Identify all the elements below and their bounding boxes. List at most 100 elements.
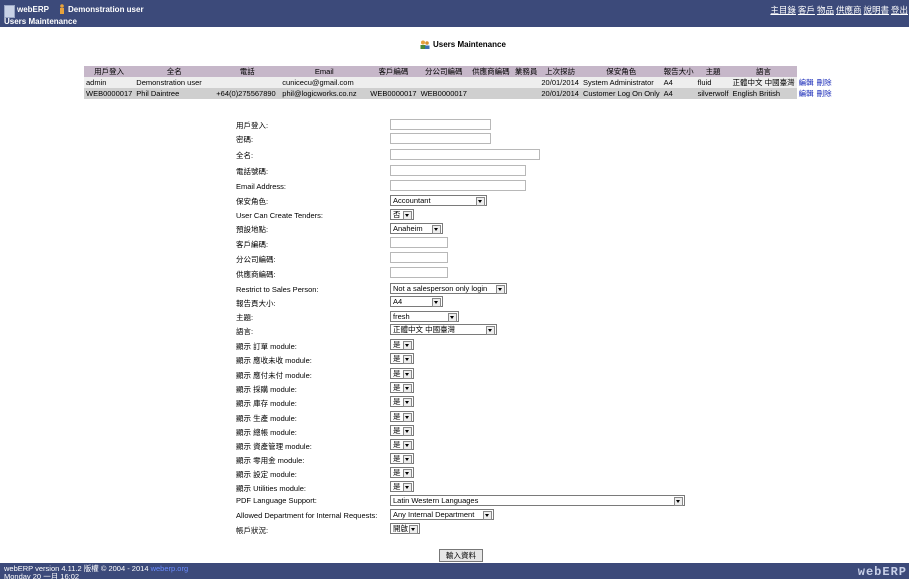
- module-select[interactable]: 是: [390, 467, 414, 478]
- cell: Demonstration user: [134, 77, 215, 88]
- cell: [512, 77, 540, 88]
- salesperson-value: Not a salesperson only login: [393, 284, 488, 293]
- menu-items[interactable]: 物品: [817, 4, 834, 16]
- branch-code-label: 分公司編碼:: [236, 255, 276, 264]
- paper-size-select[interactable]: A4: [390, 296, 443, 307]
- module-select[interactable]: 是: [390, 368, 414, 379]
- module-value: 是: [393, 340, 401, 349]
- login-input[interactable]: [390, 119, 491, 130]
- theme-select[interactable]: fresh: [390, 311, 459, 322]
- menu-suppliers[interactable]: 供應商: [836, 4, 862, 16]
- module-value: 是: [393, 397, 401, 406]
- login-label: 用戶登入:: [236, 121, 269, 130]
- module-select[interactable]: 是: [390, 382, 414, 393]
- department-label: Allowed Department for Internal Requests…: [236, 511, 378, 520]
- cell: 20/01/2014: [539, 88, 581, 99]
- email-input[interactable]: [390, 180, 526, 191]
- pdf-language-select[interactable]: Latin Western Languages: [390, 495, 685, 506]
- module-label: 顯示 Utilities module:: [236, 484, 307, 493]
- language-label: 語言:: [236, 327, 254, 336]
- department-select[interactable]: Any Internal Department: [390, 509, 494, 520]
- module-select[interactable]: 是: [390, 453, 414, 464]
- menu-manual[interactable]: 說明書: [863, 4, 889, 16]
- phone-input[interactable]: [390, 165, 526, 176]
- chevron-down-icon: [409, 525, 418, 534]
- col-header: 保安角色: [580, 66, 662, 77]
- location-select[interactable]: Anaheim: [390, 223, 443, 234]
- menu-customers[interactable]: 客戶: [798, 4, 815, 16]
- supplier-code-input[interactable]: [390, 267, 448, 278]
- chevron-down-icon: [403, 384, 412, 393]
- fullname-input[interactable]: [390, 149, 540, 160]
- module-label: 顯示 訂單 module:: [236, 342, 297, 351]
- account-status-select[interactable]: 開啟: [390, 523, 420, 534]
- table-row: admin Demonstration user cunicecu@gmail.…: [84, 77, 837, 88]
- module-select[interactable]: 是: [390, 353, 414, 364]
- user-name[interactable]: Demonstration user: [68, 5, 144, 14]
- account-status-value: 開啟: [393, 524, 408, 533]
- top-menu: 主目錄 客戶 物品 供應商 說明書 登出: [770, 4, 908, 16]
- password-input[interactable]: [390, 133, 491, 144]
- edit-link[interactable]: 編輯: [799, 89, 814, 98]
- col-header: 全名: [134, 66, 215, 77]
- module-label: 顯示 總帳 module:: [236, 428, 297, 437]
- cell: English British: [730, 88, 797, 99]
- cell: 正體中文 中國臺灣: [730, 77, 797, 88]
- module-select[interactable]: 是: [390, 396, 414, 407]
- module-value: 是: [393, 468, 401, 477]
- module-select[interactable]: 是: [390, 481, 414, 492]
- module-select[interactable]: 是: [390, 411, 414, 422]
- delete-link[interactable]: 刪除: [817, 89, 832, 98]
- chevron-down-icon: [496, 285, 505, 294]
- module-label: 顯示 應收未收 module:: [236, 356, 312, 365]
- security-role-select[interactable]: Accountant: [390, 195, 487, 206]
- paper-size-label: 報告頁大小:: [236, 299, 276, 308]
- cell: [368, 77, 419, 88]
- module-select[interactable]: 是: [390, 425, 414, 436]
- app-name[interactable]: webERP: [17, 5, 49, 14]
- cell: [512, 88, 540, 99]
- module-value: 是: [393, 383, 401, 392]
- salesperson-select[interactable]: Not a salesperson only login: [390, 283, 507, 294]
- page-name: Users Maintenance: [4, 17, 77, 26]
- chevron-down-icon: [403, 355, 412, 364]
- menu-logout[interactable]: 登出: [891, 4, 908, 16]
- cell: WEB0000017: [368, 88, 419, 99]
- paper-size-value: A4: [393, 297, 403, 306]
- cell: phil@logicworks.co.nz: [280, 88, 369, 99]
- chevron-down-icon: [403, 370, 412, 379]
- col-header: 語言: [730, 66, 797, 77]
- edit-link[interactable]: 編輯: [799, 78, 814, 87]
- module-select[interactable]: 是: [390, 339, 414, 350]
- row-actions: 編輯 刪除: [796, 77, 837, 88]
- theme-value: fresh: [393, 312, 410, 321]
- module-value: 是: [393, 369, 401, 378]
- chevron-down-icon: [403, 455, 412, 464]
- pdf-language-label: PDF Language Support:: [236, 496, 317, 505]
- chevron-down-icon: [403, 413, 412, 422]
- weberp-link[interactable]: weberp.org: [151, 564, 189, 573]
- language-select[interactable]: 正體中文 中國臺灣: [390, 324, 497, 335]
- phone-label: 電話號碼:: [236, 167, 269, 176]
- module-select[interactable]: 是: [390, 439, 414, 450]
- branch-code-input[interactable]: [390, 252, 448, 263]
- footer-date: Monday 20 一月 16:02: [4, 572, 80, 581]
- chevron-down-icon: [674, 497, 683, 506]
- tenders-select[interactable]: 否: [390, 209, 414, 220]
- col-header: 分公司編碼: [418, 66, 469, 77]
- col-header: 電話: [214, 66, 281, 77]
- location-value: Anaheim: [393, 224, 423, 233]
- security-role-value: Accountant: [393, 196, 431, 205]
- chevron-down-icon: [448, 313, 457, 322]
- cell: A4: [661, 77, 696, 88]
- weberp-logo: webERP: [857, 565, 907, 579]
- module-label: 顯示 零用金 module:: [236, 456, 305, 465]
- chevron-down-icon: [403, 441, 412, 450]
- footer: webERP version 4.11.2 版權 © 2004 - 2014 w…: [0, 563, 909, 581]
- menu-main[interactable]: 主目錄: [770, 4, 796, 16]
- submit-button[interactable]: 輸入資料: [439, 549, 483, 562]
- module-value: 是: [393, 440, 401, 449]
- cell: Customer Log On Only: [580, 88, 662, 99]
- customer-code-input[interactable]: [390, 237, 448, 248]
- delete-link[interactable]: 刪除: [817, 78, 832, 87]
